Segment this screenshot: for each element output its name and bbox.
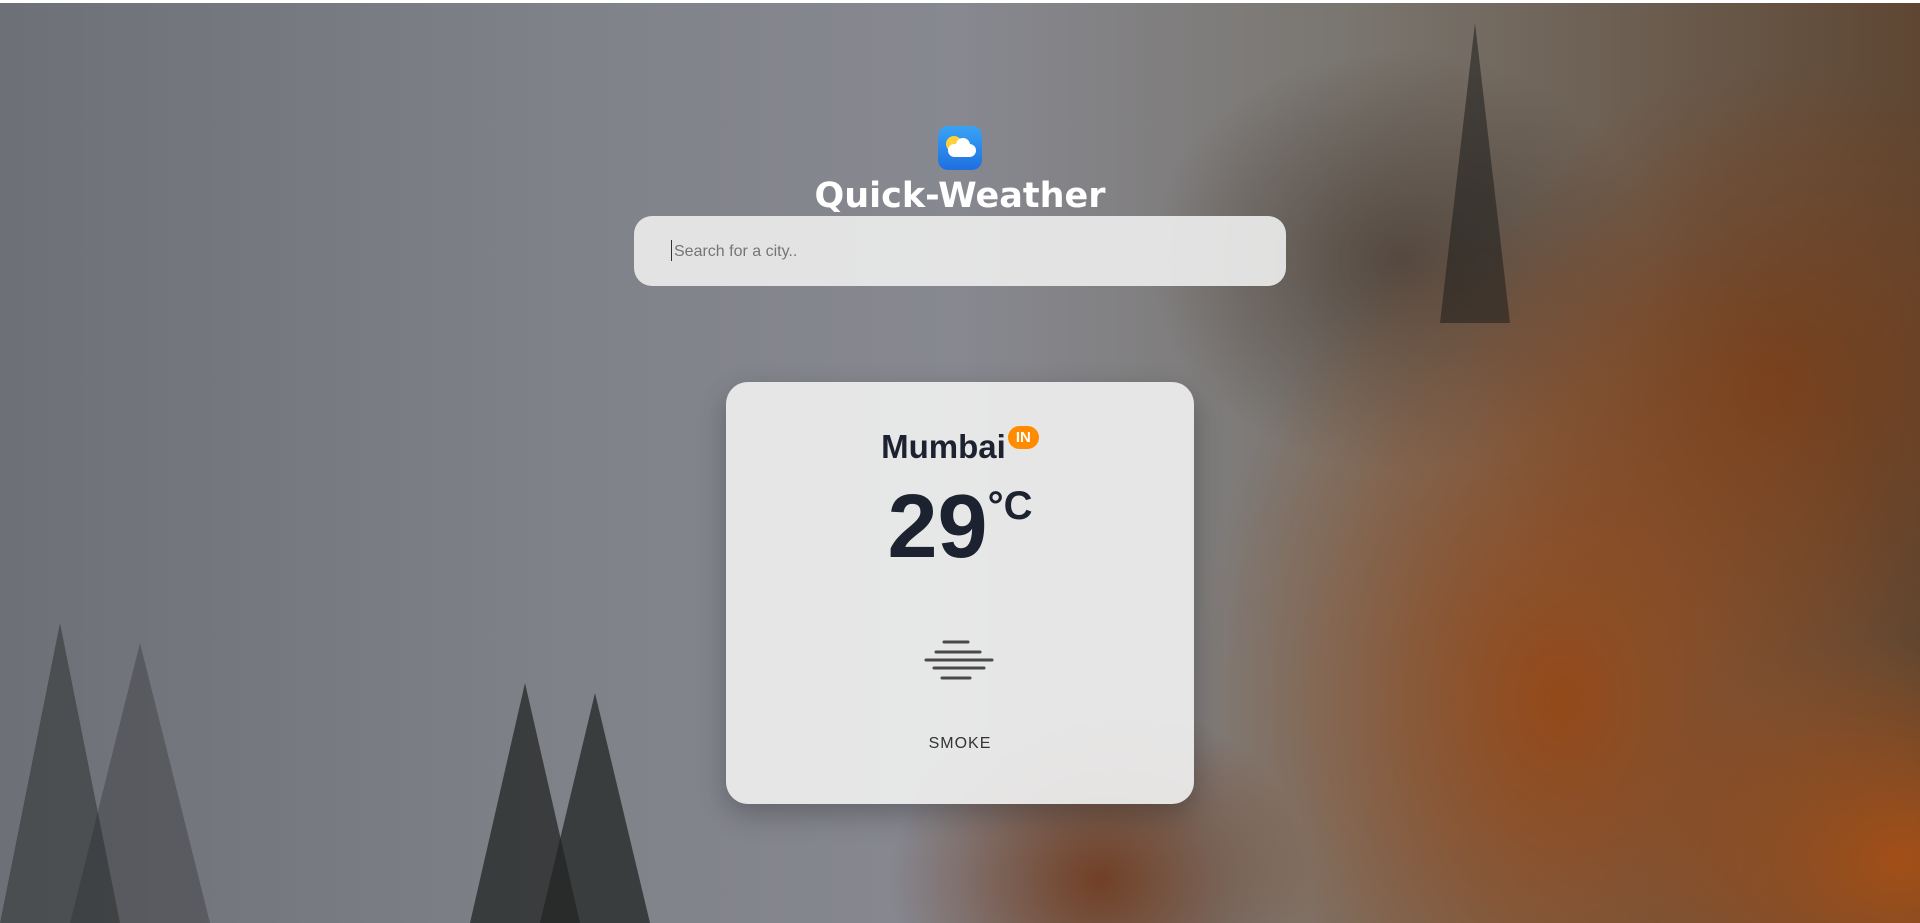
weather-card: Mumbai IN 29°C SMOKE <box>726 382 1194 804</box>
top-border <box>0 0 1920 3</box>
weather-logo-icon <box>938 126 982 170</box>
temperature-unit: °C <box>987 484 1033 528</box>
smoke-icon <box>924 640 994 680</box>
search-bar[interactable] <box>634 216 1286 288</box>
app-title: Quick-Weather <box>814 176 1106 216</box>
location-row: Mumbai IN <box>726 426 1194 466</box>
city-name: Mumbai <box>881 428 1006 465</box>
country-badge: IN <box>1007 426 1039 449</box>
temperature-row: 29°C <box>726 482 1194 572</box>
pine-tree-silhouette <box>540 693 650 923</box>
pine-tree-silhouette <box>70 643 210 923</box>
app-header: Quick-Weather <box>0 126 1920 216</box>
search-input[interactable] <box>672 216 1276 288</box>
temperature-value: 29 <box>887 477 988 577</box>
weather-description: SMOKE <box>928 735 992 752</box>
text-caret <box>671 240 672 261</box>
